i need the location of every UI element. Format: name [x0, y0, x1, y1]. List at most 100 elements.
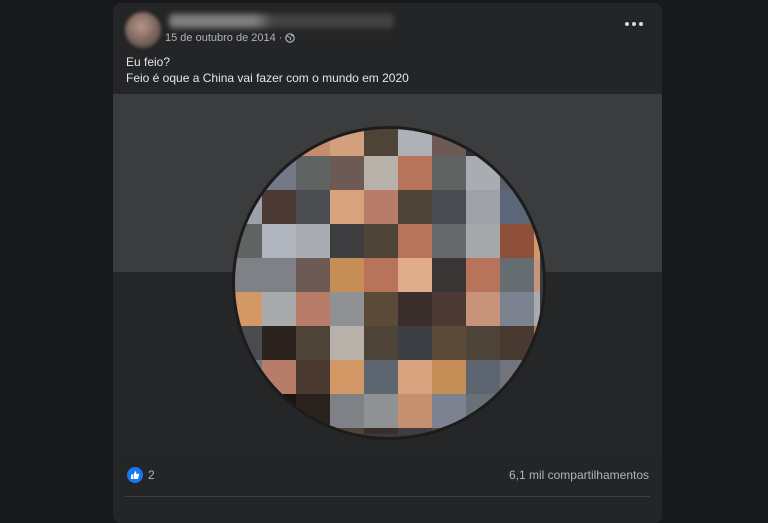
post-date[interactable]: 15 de outubro de 2014: [165, 32, 276, 44]
mosaic-tile: [398, 258, 432, 292]
mosaic-tile: [330, 224, 364, 258]
mosaic-tile: [500, 394, 534, 428]
mosaic-tile: [296, 224, 330, 258]
mosaic-tile: [432, 258, 466, 292]
mosaic-tile: [235, 258, 262, 292]
mosaic-tile: [262, 129, 296, 156]
mosaic-tile: [500, 190, 534, 224]
mosaic-tile: [500, 292, 534, 326]
mosaic-tile: [466, 292, 500, 326]
mosaic-tile: [364, 292, 398, 326]
mosaic-tile: [432, 156, 466, 190]
mosaic-tile: [262, 360, 296, 394]
mosaic-tile: [534, 394, 540, 428]
mosaic-tile: [534, 156, 540, 190]
mosaic-tile: [330, 428, 364, 434]
mosaic-tile: [330, 326, 364, 360]
mosaic-tile: [534, 428, 540, 434]
mosaic-tile: [235, 292, 262, 326]
mosaic-tile: [235, 394, 262, 428]
mosaic-tile: [432, 326, 466, 360]
mosaic-tile: [432, 428, 466, 434]
mosaic-tile: [330, 156, 364, 190]
mosaic-tile: [235, 224, 262, 258]
post-text-line-2: Feio é oque a China vai fazer com o mund…: [126, 71, 409, 85]
mosaic-tile: [466, 258, 500, 292]
mosaic-tile: [364, 258, 398, 292]
mosaic-tile: [466, 428, 500, 434]
meta-separator: ·: [278, 32, 283, 44]
mosaic-tile: [296, 190, 330, 224]
mosaic-tile: [364, 156, 398, 190]
mosaic-tile: [235, 326, 262, 360]
mosaic-tile: [296, 258, 330, 292]
mosaic-tile: [466, 360, 500, 394]
mosaic-tile: [330, 292, 364, 326]
mosaic-tile: [534, 360, 540, 394]
mosaic-tile: [534, 224, 540, 258]
mosaic-tile: [432, 360, 466, 394]
mosaic-tile: [364, 190, 398, 224]
mosaic-tile: [296, 292, 330, 326]
mosaic-tile: [364, 394, 398, 428]
mosaic-tile: [500, 129, 534, 156]
mosaic-tile: [262, 156, 296, 190]
post-text-line-1: Eu feio?: [126, 55, 171, 69]
mosaic-tile: [534, 258, 540, 292]
avatar[interactable]: [125, 12, 161, 48]
like-icon[interactable]: [127, 467, 143, 483]
mosaic-tile: [432, 190, 466, 224]
mosaic-tile: [534, 190, 540, 224]
post-text: Eu feio? Feio é oque a China vai fazer c…: [126, 54, 409, 86]
mosaic-tile: [534, 129, 540, 156]
mosaic-tile: [296, 428, 330, 434]
mosaic-tile: [262, 292, 296, 326]
post-image[interactable]: [113, 94, 662, 454]
mosaic-tile: [398, 156, 432, 190]
mosaic-tile: [330, 360, 364, 394]
mosaic-tile: [398, 292, 432, 326]
share-count[interactable]: 6,1 mil compartilhamentos: [509, 468, 649, 482]
mosaic-tile: [364, 224, 398, 258]
mosaic-tile: [262, 428, 296, 434]
mosaic-tile: [262, 394, 296, 428]
mosaic-tile: [262, 326, 296, 360]
mosaic-tile: [398, 360, 432, 394]
mosaic-tile: [432, 394, 466, 428]
mosaic-tile: [364, 360, 398, 394]
mosaic-tile: [398, 326, 432, 360]
more-horizontal-icon[interactable]: [625, 19, 643, 29]
mosaic-tile: [534, 326, 540, 360]
mosaic-tile: [364, 326, 398, 360]
mosaic-tile: [466, 156, 500, 190]
author-name-blurred[interactable]: [169, 14, 394, 28]
mosaic-tile: [235, 129, 262, 156]
mosaic-tile: [398, 224, 432, 258]
mosaic-tile: [466, 129, 500, 156]
mosaic-tile: [235, 428, 262, 434]
mosaic-tile: [466, 394, 500, 428]
mosaic-tile: [466, 190, 500, 224]
mosaic-tile: [500, 360, 534, 394]
mosaic-tile: [398, 394, 432, 428]
post-meta: 15 de outubro de 2014 ·: [165, 32, 296, 44]
mosaic-tile: [262, 190, 296, 224]
mosaic-tile: [364, 428, 398, 434]
pixelated-profile-photo: [232, 126, 546, 440]
post-card: 15 de outubro de 2014 · Eu feio? Feio é …: [113, 3, 662, 523]
mosaic-tile: [466, 326, 500, 360]
mosaic-tile: [500, 156, 534, 190]
mosaic-tile: [330, 394, 364, 428]
mosaic-tile: [534, 292, 540, 326]
reaction-count[interactable]: 2: [148, 468, 155, 482]
mosaic-tile: [432, 224, 466, 258]
mosaic-tile: [235, 360, 262, 394]
globe-icon: [285, 33, 296, 43]
mosaic-tile: [262, 258, 296, 292]
mosaic-tile: [398, 190, 432, 224]
mosaic-tile: [466, 224, 500, 258]
mosaic-tile: [235, 190, 262, 224]
mosaic-tile: [500, 326, 534, 360]
footer-divider: [125, 496, 650, 497]
mosaic-tile: [296, 394, 330, 428]
